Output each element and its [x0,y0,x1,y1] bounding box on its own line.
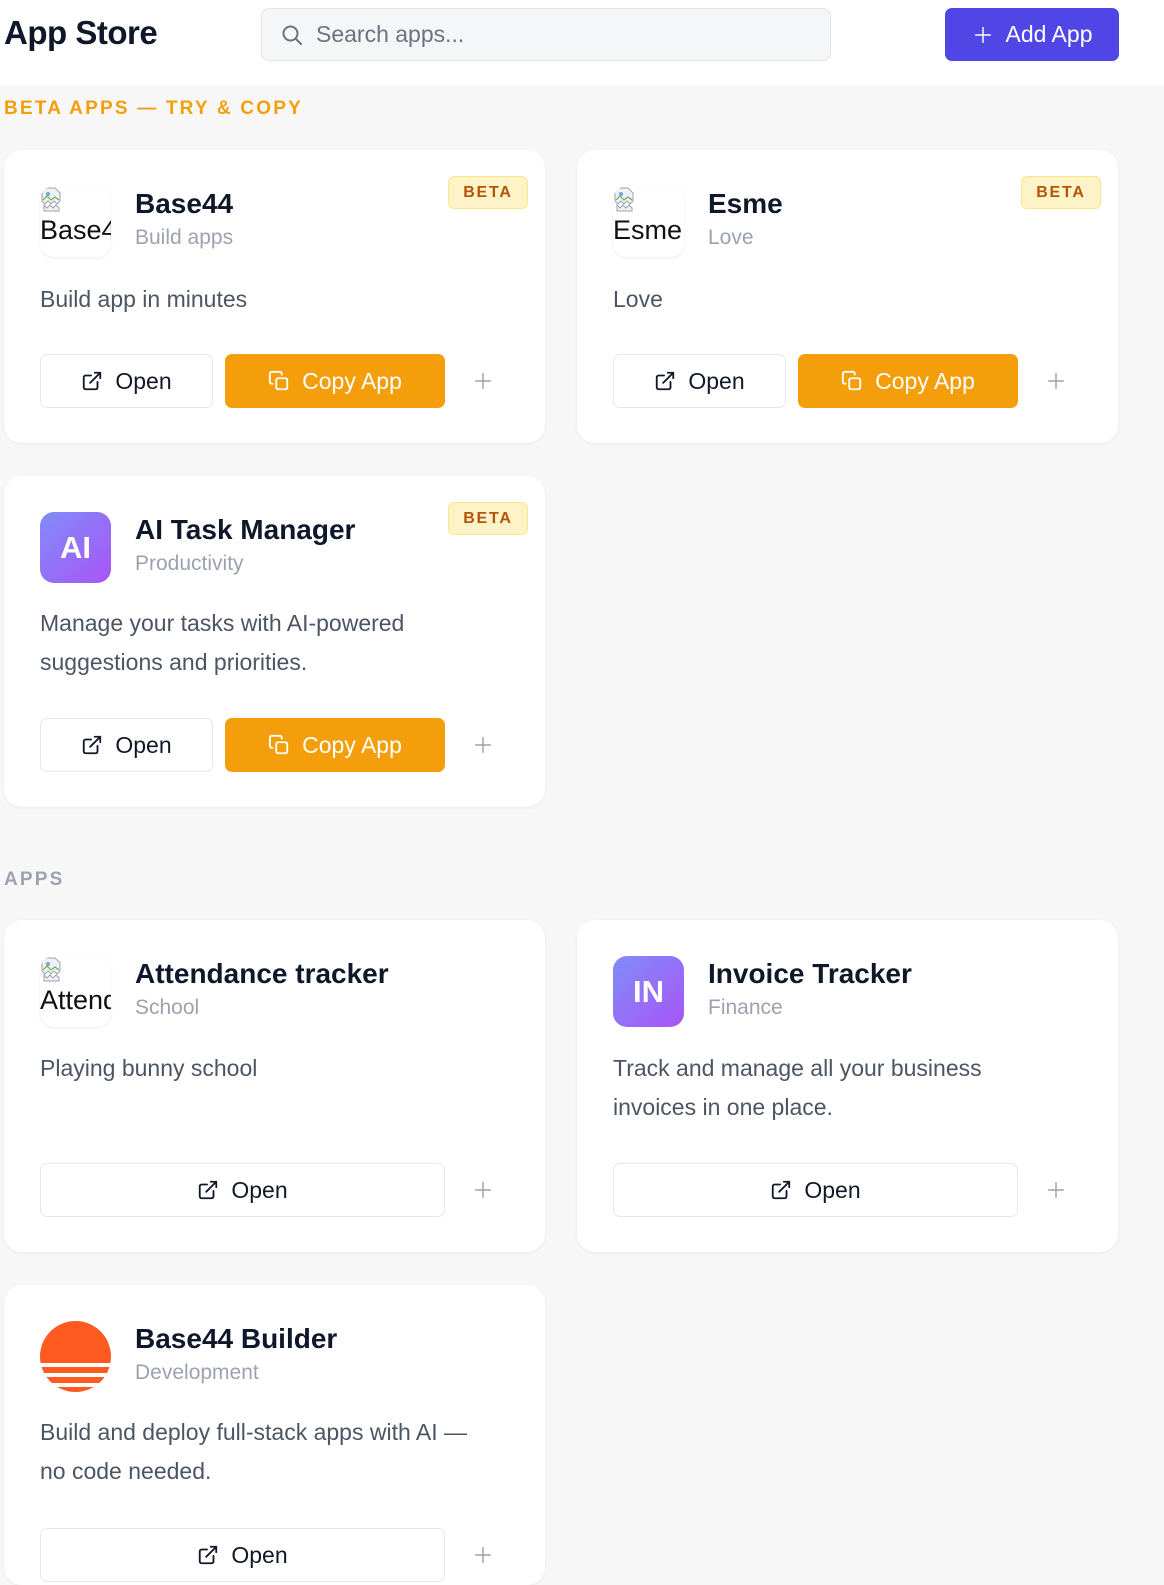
top-bar: App Store Add App [0,0,1164,85]
app-description: Build and deploy full-stack apps with AI… [40,1419,468,1484]
app-category: Productivity [135,552,244,575]
open-button[interactable]: Open [40,1528,445,1582]
app-name: AI Task Manager [135,514,356,545]
app-icon-image: Base44 [40,186,111,257]
app-category: School [135,996,200,1019]
section-title-apps: APPS [4,869,65,890]
app-category: Love [708,226,754,249]
app-icon-image: Attendance tracker [40,956,111,1027]
app-icon-image: Esme [613,186,684,257]
copy-icon [841,370,863,392]
open-label: Open [115,367,172,394]
add-to-collection-button[interactable] [468,1175,498,1205]
plus-icon [472,370,494,392]
app-name: Invoice Tracker [708,958,912,989]
app-initials-icon: IN [613,956,684,1027]
beta-badge: BETA [448,176,528,209]
external-link-icon [770,1179,792,1201]
app-card-base44-builder: Base44 Builder Development Build and dep… [4,1285,545,1585]
plus-icon [1045,370,1067,392]
open-label: Open [115,731,172,758]
base44-logo-icon [40,1321,111,1392]
copy-app-button[interactable]: Copy App [798,354,1018,408]
app-card-ai-task-manager: AI AI Task Manager Productivity BETA Man… [4,476,545,807]
app-description: Playing bunny school [40,1055,258,1081]
app-card-base44: Base44 Base44 Build apps BETA Build app … [4,150,545,443]
app-name: Base44 [135,188,234,219]
add-app-button[interactable]: Add App [945,8,1119,61]
open-label: Open [231,1541,288,1568]
open-label: Open [231,1176,288,1203]
app-description: Love [613,286,663,312]
external-link-icon [81,734,103,756]
add-to-collection-button[interactable] [468,366,498,396]
app-category: Finance [708,996,783,1019]
broken-image-icon [613,186,637,212]
add-to-collection-button[interactable] [468,1540,498,1570]
plus-icon [1045,1179,1067,1201]
open-label: Open [804,1176,861,1203]
app-description: Manage your tasks with AI-powered sugges… [40,610,405,675]
plus-icon [472,1544,494,1566]
open-button[interactable]: Open [613,1163,1018,1217]
app-card-invoice-tracker: IN Invoice Tracker Finance Track and man… [577,920,1118,1252]
base44-logo-graphic [40,1321,111,1392]
plus-icon [472,734,494,756]
search-icon [282,25,302,45]
add-to-collection-button[interactable] [1041,366,1071,396]
app-icon-alt-text: Base44 [40,215,111,245]
broken-image-icon [40,956,64,982]
app-card-attendance-tracker: Attendance tracker Attendance tracker Sc… [4,920,545,1252]
broken-image-icon [40,186,64,212]
copy-icon [268,370,290,392]
external-link-icon [654,370,676,392]
app-category: Build apps [135,226,234,249]
add-to-collection-button[interactable] [1041,1175,1071,1205]
open-button[interactable]: Open [613,354,786,408]
beta-badge: BETA [1021,176,1101,209]
app-initials-icon: AI [40,512,111,583]
copy-app-button[interactable]: Copy App [225,718,445,772]
section-title-beta-apps: BETA APPS — TRY & COPY [4,98,303,119]
open-label: Open [688,367,745,394]
page-title: App Store [4,14,158,51]
copy-app-button[interactable]: Copy App [225,354,445,408]
add-to-collection-button[interactable] [468,730,498,760]
app-name: Base44 Builder [135,1323,338,1354]
beta-badge: BETA [448,502,528,535]
open-button[interactable]: Open [40,354,213,408]
app-name: Esme [708,188,783,219]
search-box[interactable] [261,8,831,61]
copy-app-label: Copy App [302,731,402,758]
open-button[interactable]: Open [40,1163,445,1217]
plus-icon [472,1179,494,1201]
add-app-label: Add App [1005,21,1093,47]
external-link-icon [81,370,103,392]
copy-icon [268,734,290,756]
external-link-icon [197,1179,219,1201]
copy-app-label: Copy App [875,367,975,394]
search-input[interactable] [316,21,796,48]
external-link-icon [197,1544,219,1566]
plus-icon [972,24,994,46]
app-card-esme: Esme Esme Love BETA Love Open Copy App [577,150,1118,443]
app-name: Attendance tracker [135,958,389,989]
app-category: Development [135,1361,259,1384]
app-icon-alt-text: Attendance tracker [40,985,111,1015]
app-description: Build app in minutes [40,286,248,312]
app-description: Track and manage all your business invoi… [613,1055,982,1120]
copy-app-label: Copy App [302,367,402,394]
app-icon-alt-text: Esme [613,215,683,245]
open-button[interactable]: Open [40,718,213,772]
